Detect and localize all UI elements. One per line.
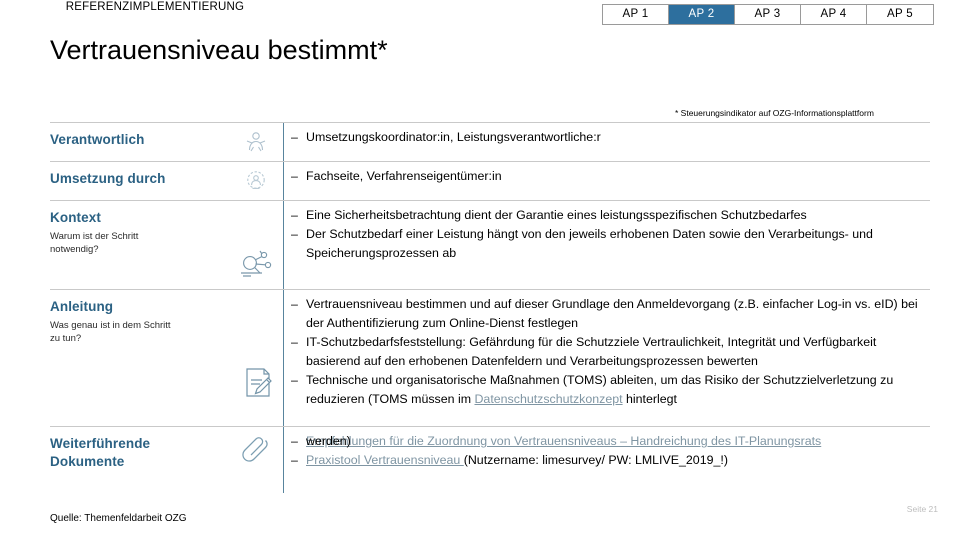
row-content-kontext: Eine Sicherheitsbetrachtung dient der Ga… xyxy=(284,201,930,268)
bullet-item-link: Empfehlungen für die Zuordnung von Vertr… xyxy=(284,432,930,451)
row-content-weiterfuehrende-dokumente: werden) Empfehlungen für die Zuordnung v… xyxy=(284,427,930,475)
overlapping-text-werden: werden) xyxy=(306,434,351,448)
bullet-item-link: Praxistool Vertrauensniveau (Nutzername:… xyxy=(284,451,930,470)
ap-tab-strip[interactable]: AP 1 AP 2 AP 3 AP 4 AP 5 xyxy=(602,4,934,25)
row-label-cell: Anleitung Was genau ist in dem Schritt z… xyxy=(50,290,235,345)
bullet-list: Umsetzungskoordinator:in, Leistungsveran… xyxy=(284,128,930,147)
document-pencil-icon xyxy=(243,366,275,400)
row-content-anleitung: Vertrauensniveau bestimmen und auf diese… xyxy=(284,290,930,414)
row-content-umsetzung-durch: Fachseite, Verfahrenseigentümer:in xyxy=(284,162,930,191)
bullet-list: Eine Sicherheitsbetrachtung dient der Ga… xyxy=(284,206,930,263)
row-label-kontext: Kontext xyxy=(50,210,101,225)
link-datenschutzschutzkonzept[interactable]: Datenschutzschutzkonzept xyxy=(474,392,622,406)
row-label-weiterfuehrende-dokumente: Weiterführende Dokumente xyxy=(50,436,151,469)
slide-kicker: REFERENZIMPLEMENTIERUNG xyxy=(65,1,245,13)
bullet-item: Vertrauensniveau bestimmen und auf diese… xyxy=(284,295,930,333)
row-label-cell: Umsetzung durch xyxy=(50,162,235,188)
row-label-cell: Verantwortlich xyxy=(50,123,235,149)
row-anleitung: Anleitung Was genau ist in dem Schritt z… xyxy=(50,290,930,426)
tab-ap-5[interactable]: AP 5 xyxy=(867,5,933,24)
tab-ap-2[interactable]: AP 2 xyxy=(669,5,735,24)
link-praxistool-vertrauensniveau[interactable]: Praxistool Vertrauensniveau xyxy=(306,453,464,467)
row-label-verantwortlich: Verantwortlich xyxy=(50,132,145,147)
bullet-text-post: hinterlegt xyxy=(622,392,677,406)
group-gear-icon xyxy=(243,167,269,193)
bullet-item: Eine Sicherheitsbetrachtung dient der Ga… xyxy=(284,206,930,225)
bullet-item: Der Schutzbedarf einer Leistung hängt vo… xyxy=(284,225,930,263)
row-sublabel-kontext: Warum ist der Schritt notwendig? xyxy=(50,231,139,255)
source-note: Quelle: Themenfeldarbeit OZG xyxy=(50,513,187,524)
tab-ap-4[interactable]: AP 4 xyxy=(801,5,867,24)
row-umsetzung-durch: Umsetzung durch Fachseite, Verfahrenseig… xyxy=(50,162,930,200)
tab-ap-1[interactable]: AP 1 xyxy=(603,5,669,24)
bullet-item: Fachseite, Verfahrenseigentümer:in xyxy=(284,167,930,186)
row-weiterfuehrende-dokumente: Weiterführende Dokumente werden) Empfehl… xyxy=(50,427,930,493)
bullet-list: Empfehlungen für die Zuordnung von Vertr… xyxy=(284,432,930,470)
content-table: Verantwortlich Umsetzungskoordinator:in,… xyxy=(50,122,930,493)
row-kontext: Kontext Warum ist der Schritt notwendig? xyxy=(50,201,930,289)
bullet-item-with-link: Technische und organisatorische Maßnahme… xyxy=(284,371,930,409)
row-label-anleitung: Anleitung xyxy=(50,299,114,314)
bullet-list: Vertrauensniveau bestimmen und auf diese… xyxy=(284,295,930,409)
bullet-item: IT-Schutzbedarfsfeststellung: Gefährdung… xyxy=(284,333,930,371)
bullet-item: Umsetzungskoordinator:in, Leistungsveran… xyxy=(284,128,930,147)
row-label-cell: Weiterführende Dokumente xyxy=(50,427,235,471)
tab-ap-3[interactable]: AP 3 xyxy=(735,5,801,24)
row-content-verantwortlich: Umsetzungskoordinator:in, Leistungsveran… xyxy=(284,123,930,152)
paperclip-icon xyxy=(241,433,273,465)
magnifier-analysis-icon xyxy=(238,248,274,282)
page-title: Vertrauensniveau bestimmt* xyxy=(50,35,388,65)
footnote-steuerungsindikator: * Steuerungsindikator auf OZG-Informatio… xyxy=(675,108,874,118)
bullet-list: Fachseite, Verfahrenseigentümer:in xyxy=(284,167,930,186)
praxistool-credentials: (Nutzername: limesurvey/ PW: LMLIVE_2019… xyxy=(463,453,728,467)
page-number: Seite 21 xyxy=(906,504,938,514)
row-sublabel-anleitung: Was genau ist in dem Schritt zu tun? xyxy=(50,320,171,344)
row-label-umsetzung-durch: Umsetzung durch xyxy=(50,171,166,186)
person-icon xyxy=(243,129,269,155)
slide-root: REFERENZIMPLEMENTIERUNG Vertrauensniveau… xyxy=(0,0,960,540)
row-label-cell: Kontext Warum ist der Schritt notwendig? xyxy=(50,201,235,256)
row-verantwortlich: Verantwortlich Umsetzungskoordinator:in,… xyxy=(50,123,930,161)
link-empfehlungen-zuordnung-vertrauensniveaus[interactable]: Empfehlungen für die Zuordnung von Vertr… xyxy=(306,434,821,448)
